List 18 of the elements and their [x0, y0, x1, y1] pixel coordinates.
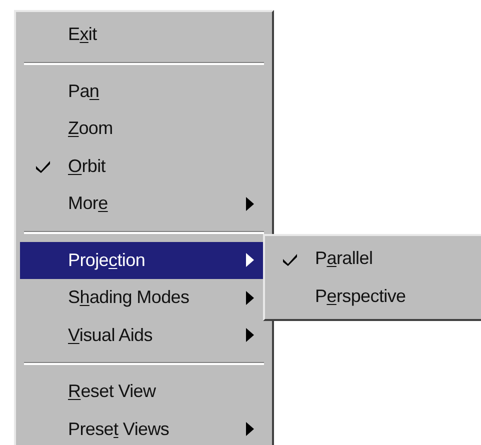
submenu-arrow-icon [246, 422, 254, 436]
checkmark-icon [282, 252, 298, 266]
checkmark-icon [35, 159, 51, 174]
menu-item[interactable]: Exit [20, 16, 268, 54]
menu-item[interactable]: Orbit [20, 148, 268, 185]
menu-item[interactable]: More [20, 185, 268, 222]
submenu-arrow-icon [246, 328, 254, 342]
menu-item[interactable]: Perspective [267, 278, 481, 315]
submenu-arrow-icon [246, 253, 254, 268]
menu-item[interactable]: Pan [20, 72, 268, 110]
menu-item[interactable]: Reset View [20, 373, 268, 410]
menu-item[interactable]: Parallel [267, 240, 481, 278]
submenu-arrow-icon [246, 196, 254, 211]
menu-item[interactable]: Zoom [20, 110, 268, 148]
submenu-arrow-icon [246, 290, 254, 305]
menu-item[interactable]: Visual Aids [20, 316, 268, 354]
menu-item[interactable]: Shading Modes [20, 279, 268, 316]
menu-item[interactable]: Preset Views [20, 410, 268, 445]
